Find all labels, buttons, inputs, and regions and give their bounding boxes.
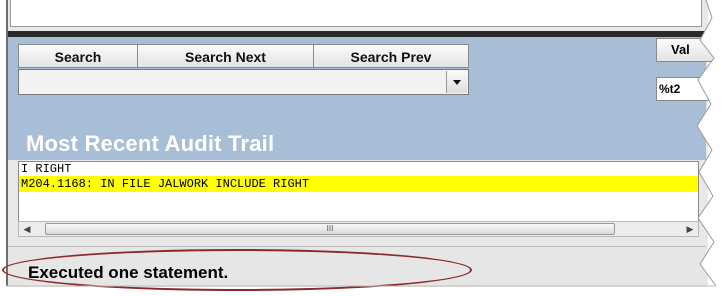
editor-pane[interactable] [10, 0, 702, 27]
value-field[interactable]: %t2 [656, 77, 716, 101]
scroll-right-icon[interactable]: ▶ [682, 222, 698, 236]
annotation-ellipse [2, 249, 472, 291]
scroll-left-icon[interactable]: ◀ [19, 222, 35, 236]
audit-trail-title: Most Recent Audit Trail [26, 131, 275, 156]
list-item: I RIGHT [21, 162, 72, 176]
horizontal-scrollbar[interactable]: ◀ III ▶ [18, 221, 699, 237]
search-button[interactable]: Search [18, 44, 138, 68]
list-item-highlighted: M204.1168: IN FILE JALWORK INCLUDE RIGHT [19, 176, 698, 192]
search-prev-button[interactable]: Search Prev [313, 44, 469, 68]
search-next-button[interactable]: Search Next [137, 44, 314, 68]
tab-val[interactable]: Val [656, 38, 716, 62]
chevron-down-icon[interactable] [446, 71, 467, 93]
scrollbar-thumb[interactable]: III [45, 223, 615, 235]
search-combobox[interactable] [18, 69, 469, 95]
